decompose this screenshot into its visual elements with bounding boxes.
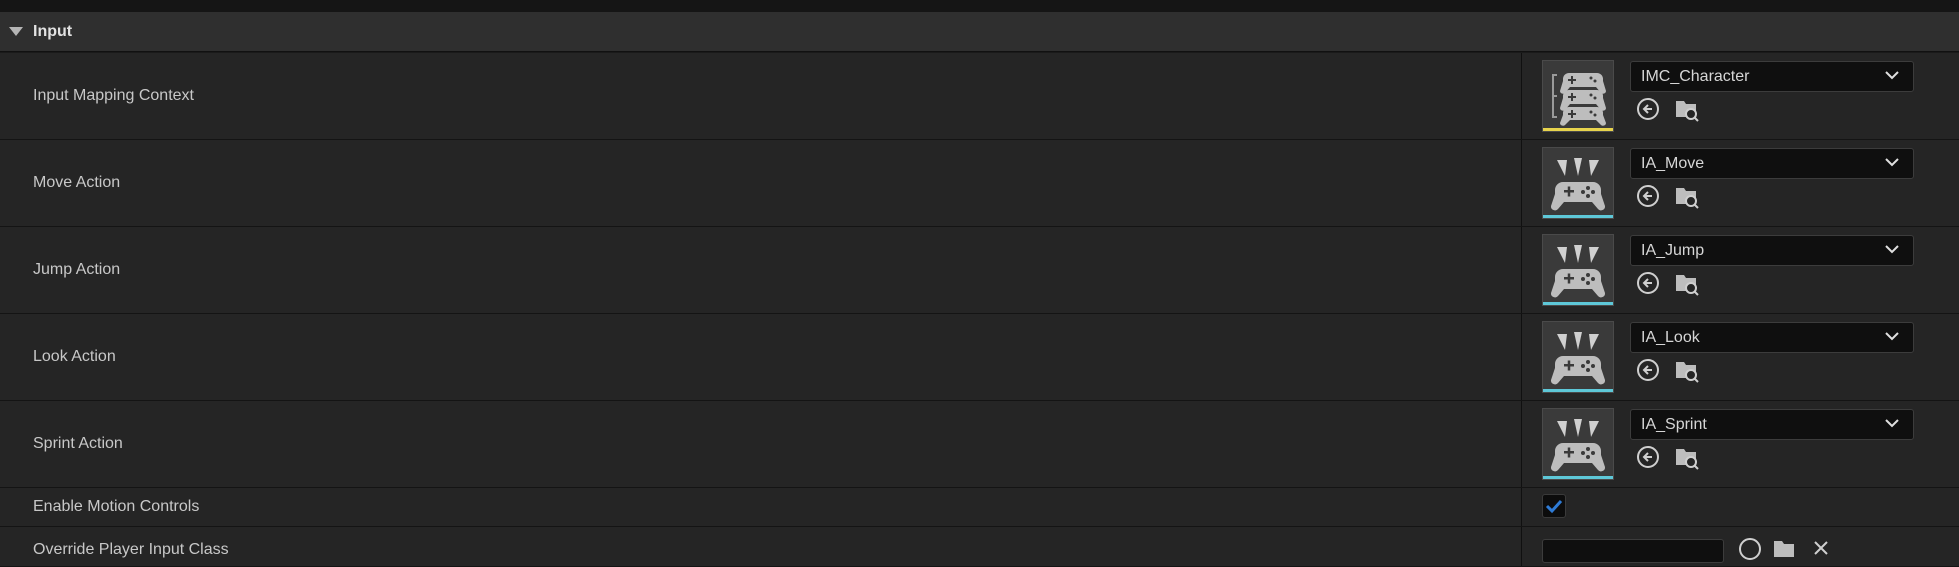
folder-search-icon[interactable] xyxy=(1674,271,1700,297)
column-divider xyxy=(1521,53,1522,139)
property-row-sprint-action: Sprint Action IA_Sprint xyxy=(0,401,1959,488)
asset-picker-dropdown[interactable]: IA_Move xyxy=(1630,148,1914,179)
asset-picker-dropdown[interactable]: IA_Look xyxy=(1630,322,1914,353)
checkmark-icon xyxy=(1545,499,1563,514)
input-action-icon xyxy=(1550,245,1606,298)
property-row-input-mapping-context: Input Mapping Context IMC_Character xyxy=(0,53,1959,140)
asset-type-bar xyxy=(1543,389,1613,392)
property-label: Input Mapping Context xyxy=(33,87,194,104)
asset-picker-dropdown[interactable]: IA_Jump xyxy=(1630,235,1914,266)
chevron-down-icon xyxy=(1885,158,1899,167)
chevron-down-icon xyxy=(1885,245,1899,254)
arrow-left-circle-icon[interactable] xyxy=(1636,184,1660,208)
asset-thumbnail[interactable] xyxy=(1542,234,1614,306)
class-picker-dropdown[interactable] xyxy=(1542,539,1724,563)
column-divider xyxy=(1521,401,1522,487)
property-label: Override Player Input Class xyxy=(33,541,229,558)
folder-search-icon[interactable] xyxy=(1674,184,1700,210)
arrow-left-circle-icon[interactable] xyxy=(1636,271,1660,295)
asset-picker-value: IA_Sprint xyxy=(1641,416,1707,433)
property-row-partial: Override Player Input Class xyxy=(0,527,1959,567)
input-action-icon xyxy=(1550,419,1606,472)
mapping-context-icon xyxy=(1552,73,1606,126)
asset-type-bar xyxy=(1543,128,1613,131)
folder-search-icon[interactable] xyxy=(1674,358,1700,384)
arrow-left-circle-icon[interactable] xyxy=(1636,97,1660,121)
asset-thumbnail[interactable] xyxy=(1542,60,1614,132)
folder-search-icon[interactable] xyxy=(1674,445,1700,471)
property-label: Move Action xyxy=(33,174,121,191)
property-row-look-action: Look Action IA_Look xyxy=(0,314,1959,401)
column-divider xyxy=(1521,527,1522,566)
section-header-input[interactable]: Input xyxy=(0,12,1959,52)
caret-down-icon[interactable] xyxy=(9,27,23,36)
column-divider xyxy=(1521,227,1522,313)
asset-thumbnail[interactable] xyxy=(1542,147,1614,219)
chevron-down-icon xyxy=(1885,419,1899,428)
column-divider xyxy=(1521,314,1522,400)
folder-search-icon[interactable] xyxy=(1674,97,1700,123)
top-strip xyxy=(0,0,1959,12)
property-label: Enable Motion Controls xyxy=(33,498,200,515)
asset-thumbnail[interactable] xyxy=(1542,408,1614,480)
property-row-move-action: Move Action IA_Move xyxy=(0,140,1959,227)
arrow-left-circle-icon[interactable] xyxy=(1636,445,1660,469)
asset-picker-value: IA_Jump xyxy=(1641,242,1705,259)
property-label: Jump Action xyxy=(33,261,121,278)
input-action-icon xyxy=(1550,332,1606,385)
property-label: Sprint Action xyxy=(33,435,123,452)
section-title: Input xyxy=(33,22,73,40)
asset-type-bar xyxy=(1543,302,1613,305)
asset-type-bar xyxy=(1543,476,1613,479)
asset-picker-value: IMC_Character xyxy=(1641,68,1750,85)
property-row-jump-action: Jump Action IA_Jump xyxy=(0,227,1959,314)
property-row-enable-motion-controls: Enable Motion Controls xyxy=(0,488,1959,527)
arrow-left-circle-icon[interactable] xyxy=(1636,358,1660,382)
asset-picker-dropdown[interactable]: IMC_Character xyxy=(1630,61,1914,92)
asset-picker-dropdown[interactable]: IA_Sprint xyxy=(1630,409,1914,440)
column-divider xyxy=(1521,488,1522,526)
chevron-down-icon xyxy=(1885,332,1899,341)
chevron-down-icon xyxy=(1885,71,1899,80)
column-divider xyxy=(1521,140,1522,226)
asset-thumbnail[interactable] xyxy=(1542,321,1614,393)
asset-type-bar xyxy=(1543,215,1613,218)
property-label: Look Action xyxy=(33,348,116,365)
motion-controls-checkbox[interactable] xyxy=(1542,494,1566,518)
asset-picker-value: IA_Look xyxy=(1641,329,1700,346)
arrow-left-circle-icon[interactable] xyxy=(1738,537,1762,561)
folder-icon[interactable] xyxy=(1772,537,1798,563)
input-action-icon xyxy=(1550,158,1606,211)
asset-picker-value: IA_Move xyxy=(1641,155,1705,172)
